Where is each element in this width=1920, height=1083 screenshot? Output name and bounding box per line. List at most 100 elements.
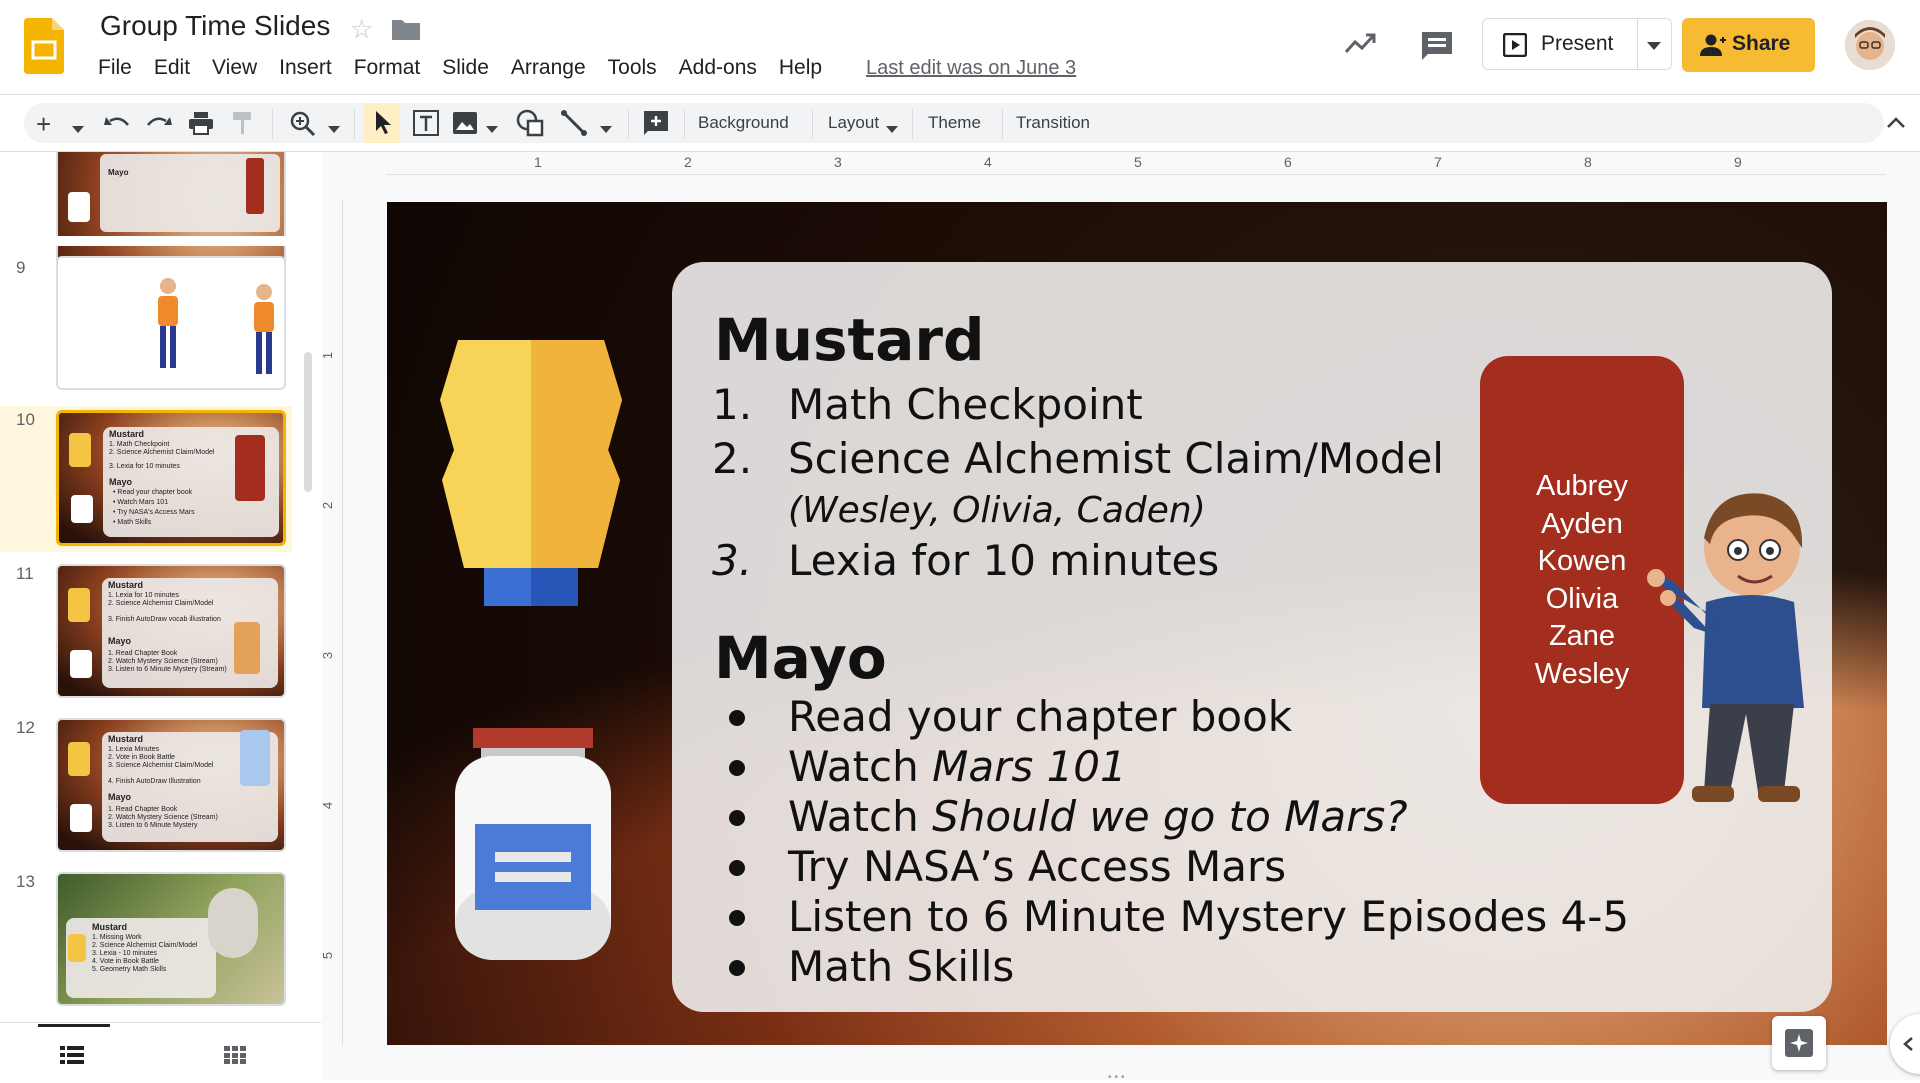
present-dropdown-icon[interactable] <box>1647 39 1661 57</box>
slide-thumbnail-selected[interactable]: Mustard 1. Math Checkpoint 2. Science Al… <box>56 410 286 546</box>
vertical-ruler[interactable]: 1 2 3 4 5 <box>320 200 343 1046</box>
background-button[interactable]: Background <box>698 113 789 133</box>
thumbnail-jar-icon <box>68 192 90 222</box>
present-button[interactable]: Present <box>1482 18 1672 70</box>
ruler-number: 8 <box>1584 154 1592 170</box>
chevron-left-icon <box>1902 1036 1914 1057</box>
filmstrip-scrollbar[interactable] <box>304 352 312 492</box>
print-icon[interactable] <box>188 111 214 140</box>
paint-format-icon[interactable] <box>232 111 254 140</box>
mayo-heading: Mayo <box>714 624 887 692</box>
slide-thumbnail[interactable] <box>56 256 286 390</box>
character-icon <box>246 282 282 387</box>
activity-trend-icon[interactable] <box>1344 32 1376 59</box>
present-icon <box>1502 32 1528 62</box>
shape-icon[interactable] <box>516 109 544 142</box>
menu-help[interactable]: Help <box>779 56 822 80</box>
star-icon[interactable]: ☆ <box>350 14 373 45</box>
folder-icon[interactable] <box>392 18 420 40</box>
slide-number: 11 <box>16 564 34 583</box>
toolbar-divider <box>628 109 629 139</box>
undo-icon[interactable] <box>104 113 130 138</box>
mayo-jar-icon <box>455 728 611 965</box>
menu-addons[interactable]: Add-ons <box>679 56 757 80</box>
list-number: 3. <box>712 536 753 585</box>
ruler-number: 5 <box>1134 154 1142 170</box>
bullet <box>729 760 745 776</box>
speaker-notes-handle[interactable]: ••• <box>1108 1072 1128 1083</box>
mustard-item-2-note: (Wesley, Olivia, Caden) <box>788 490 1206 531</box>
menu-tools[interactable]: Tools <box>608 56 657 80</box>
toolbar-divider <box>272 109 273 139</box>
menu-format[interactable]: Format <box>354 56 421 80</box>
menu-slide[interactable]: Slide <box>442 56 489 80</box>
menu-file[interactable]: File <box>98 56 132 80</box>
menu-view[interactable]: View <box>212 56 257 80</box>
mustard-item-3: Lexia for 10 minutes <box>788 536 1220 585</box>
bullet <box>729 860 745 876</box>
thumbnail-mayo-label: Mayo <box>108 168 129 177</box>
mayo-item-1: Read your chapter book <box>788 692 1293 741</box>
ruler-number: 4 <box>320 801 336 810</box>
app-header: Group Time Slides ☆ File Edit View Inser… <box>0 0 1920 94</box>
character-icon <box>150 276 186 381</box>
image-dropdown-icon[interactable] <box>486 121 498 139</box>
slide-number: 9 <box>16 258 26 277</box>
teacher-bitmoji-icon <box>1634 478 1824 813</box>
slide-thumbnail[interactable]: Mustard 1. Missing Work 2. Science Alche… <box>56 872 286 1006</box>
share-button[interactable]: Share <box>1682 18 1815 72</box>
redo-icon[interactable] <box>146 113 172 138</box>
line-icon[interactable] <box>560 109 588 142</box>
filmstrip-view-icon[interactable] <box>60 1046 84 1069</box>
mustard-item-2: Science Alchemist Claim/Model <box>788 434 1444 483</box>
image-icon[interactable] <box>452 111 478 140</box>
list-number: 1. <box>712 380 753 429</box>
ruler-number: 1 <box>320 351 336 360</box>
slide-thumbnail[interactable]: Mustard 1. Lexia for 10 minutes 2. Scien… <box>56 564 286 698</box>
transition-button[interactable]: Transition <box>1016 113 1090 133</box>
line-dropdown-icon[interactable] <box>600 121 612 139</box>
layout-dropdown-icon[interactable] <box>886 121 898 139</box>
comments-icon[interactable] <box>1420 30 1454 67</box>
bullet <box>729 710 745 726</box>
mayo-item-4: Try NASA’s Access Mars <box>788 842 1287 891</box>
slides-logo-icon[interactable] <box>24 18 64 74</box>
thumbnail-namebox <box>246 158 264 214</box>
slide-number: 12 <box>16 718 35 737</box>
document-title[interactable]: Group Time Slides <box>100 10 330 42</box>
new-slide-dropdown-icon[interactable] <box>72 121 84 139</box>
toolbar-divider <box>354 109 355 139</box>
zoom-icon[interactable] <box>290 111 316 142</box>
present-label: Present <box>1541 32 1614 55</box>
menu-arrange[interactable]: Arrange <box>511 56 586 80</box>
menu-edit[interactable]: Edit <box>154 56 190 80</box>
account-avatar[interactable] <box>1845 20 1895 70</box>
explore-sparkle-icon <box>1785 1029 1813 1062</box>
slide-filmstrip: Mayo 9 10 Mustard 1. Math Checkpoint 2. … <box>0 152 323 1080</box>
select-cursor-icon[interactable] <box>374 109 392 140</box>
grid-view-icon[interactable] <box>224 1046 246 1069</box>
add-comment-icon[interactable] <box>642 109 670 142</box>
mayo-item-6: Math Skills <box>788 942 1015 991</box>
ruler-number: 1 <box>534 154 542 170</box>
ruler-number: 6 <box>1284 154 1292 170</box>
ruler-number: 3 <box>320 651 336 660</box>
layout-button[interactable]: Layout <box>828 113 879 133</box>
explore-button[interactable] <box>1772 1016 1826 1070</box>
filmstrip-footer <box>0 1022 321 1080</box>
zoom-dropdown-icon[interactable] <box>328 121 340 139</box>
ruler-number: 2 <box>684 154 692 170</box>
ruler-number: 9 <box>1734 154 1742 170</box>
collapse-toolbar-icon[interactable] <box>1886 115 1906 134</box>
theme-button[interactable]: Theme <box>928 113 981 133</box>
slide-thumbnail[interactable]: Mustard 1. Lexia Minutes 2. Vote in Book… <box>56 718 286 852</box>
person-icon <box>1700 34 1726 61</box>
menu-insert[interactable]: Insert <box>279 56 332 80</box>
ruler-number: 5 <box>320 951 336 960</box>
toolbar: + Background Layout Theme Transition <box>0 94 1920 152</box>
horizontal-ruler[interactable]: 1 2 3 4 5 6 7 8 9 <box>386 152 1886 175</box>
last-edit-link[interactable]: Last edit was on June 3 <box>866 57 1076 80</box>
toolbar-divider <box>812 109 813 139</box>
text-box-icon[interactable] <box>412 109 440 142</box>
new-slide-icon[interactable]: + <box>36 111 51 137</box>
